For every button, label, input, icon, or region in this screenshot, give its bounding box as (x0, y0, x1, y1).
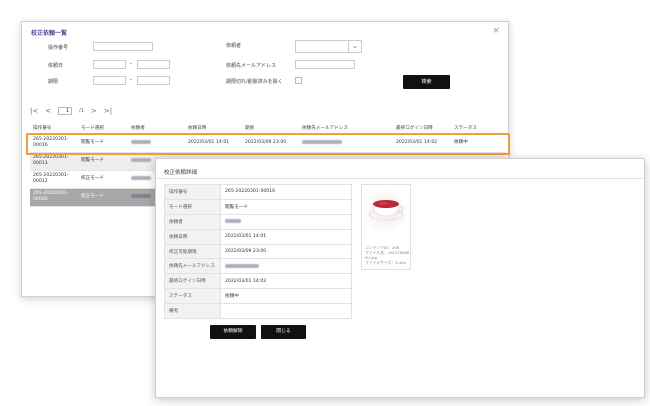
content-thumbnail-image (364, 187, 408, 231)
detail-label: 依頼日時 (164, 228, 221, 245)
column-header[interactable]: 最終ログイン日時 (393, 123, 451, 135)
column-header[interactable]: 依頼先メールアドレス (299, 123, 393, 135)
cell-op-no: 265-20220301-00016 (30, 134, 78, 153)
pager: |< < 1 /1 > >| (30, 106, 112, 115)
cancel-request-button[interactable]: 依頼解除 (210, 325, 256, 339)
operation-no-input[interactable] (93, 42, 153, 51)
deadline-from-input[interactable] (93, 76, 126, 85)
cell-mode: 閲覧モード (78, 134, 128, 153)
range-dash: - (130, 60, 133, 67)
detail-label: 校正可能期限 (164, 243, 221, 260)
exclude-expired-checkbox[interactable] (295, 77, 302, 84)
operation-no-label: 操作番号 (48, 45, 69, 51)
detail-row: 依頼日時 2022/03/01 14:01 (164, 228, 352, 245)
detail-row: 備考 (164, 303, 352, 320)
cell-status: 依頼中 (451, 134, 506, 153)
close-button[interactable]: 閉じる (261, 325, 306, 339)
list-window-title: 校正依頼一覧 (31, 30, 68, 37)
cell-op-no: 265-20220301-00013 (30, 152, 78, 171)
detail-value: 265-20220301-00016 (220, 184, 352, 200)
detail-row: 校正可能期限 2022/03/09 23:00 (164, 243, 352, 260)
requester-select[interactable]: ⌄ (295, 40, 362, 53)
deadline-to-input[interactable] (137, 76, 170, 85)
detail-row: 依頼者 (164, 213, 352, 230)
next-page-icon[interactable]: > (91, 107, 97, 115)
cell-requested-at: 2022/03/01 14:01 (185, 134, 242, 153)
last-page-icon[interactable]: >| (104, 107, 112, 115)
page-total: /1 (79, 107, 84, 114)
detail-label: 依頼者 (164, 213, 221, 230)
range-dash: - (130, 76, 133, 83)
detail-value (220, 213, 352, 230)
caption-file-size: ファイルサイズ：5.4kb (365, 260, 406, 265)
detail-row: 依頼先メールアドレス (164, 258, 352, 275)
detail-window-title: 校正依頼詳細 (164, 170, 198, 176)
table-row[interactable]: 265-20220301-00016 閲覧モード 2022/03/01 14:0… (30, 134, 506, 153)
detail-row: モード選択 閲覧モード (164, 198, 352, 215)
request-date-to-input[interactable] (137, 60, 170, 69)
page-number-input[interactable]: 1 (58, 106, 73, 115)
cell-email (299, 134, 393, 153)
cell-op-no: 265-20220301-00012 (30, 170, 78, 189)
first-page-icon[interactable]: |< (30, 107, 38, 115)
detail-label: 操作番号 (164, 184, 221, 200)
divider (156, 178, 646, 179)
column-header[interactable]: ステータス (451, 123, 506, 135)
request-date-from-input[interactable] (93, 60, 126, 69)
detail-table: 操作番号 265-20220301-00016 モード選択 閲覧モード 依頼者 依頼… (164, 184, 352, 320)
content-thumbnail-card[interactable]: コンテンツID：206 ファイル名：1613766886 00.jpg ファイル… (361, 184, 411, 270)
detail-label: モード選択 (164, 198, 221, 215)
detail-value: 依頼中 (220, 288, 352, 305)
teacup-image (368, 200, 404, 221)
detail-label: ステータス (164, 288, 221, 305)
cell-mode: 閲覧モード (78, 152, 128, 171)
requester-email-input[interactable] (295, 60, 355, 69)
column-header[interactable]: 期限 (242, 123, 299, 135)
column-header[interactable]: モード選択 (78, 123, 128, 135)
requester-label: 依頼者 (226, 43, 242, 49)
requester-email-label: 依頼先メールアドレス (226, 63, 277, 69)
detail-row: 操作番号 265-20220301-00016 (164, 184, 352, 200)
detail-value: 2022/03/01 14:02 (220, 273, 352, 290)
detail-value (220, 303, 352, 320)
detail-value: 閲覧モード (220, 198, 352, 215)
chevron-down-icon: ⌄ (348, 41, 361, 52)
detail-value (220, 258, 352, 275)
prev-page-icon[interactable]: < (45, 107, 51, 115)
column-header[interactable]: 依頼者 (128, 123, 185, 135)
thumbnail-caption: コンテンツID：206 ファイル名：1613766886 00.jpg ファイル… (365, 245, 409, 265)
detail-value: 2022/03/01 14:01 (220, 228, 352, 245)
exclude-expired-label: 期限切れ/削除済みを除く (226, 79, 283, 85)
detail-label: 最終ログイン日時 (164, 273, 221, 290)
cell-requester (128, 134, 185, 153)
cell-mode: 校正モード (78, 170, 128, 189)
detail-row: 最終ログイン日時 2022/03/01 14:02 (164, 273, 352, 290)
detail-label: 備考 (164, 303, 221, 320)
request-date-label: 依頼日 (48, 63, 64, 69)
detail-label: 依頼先メールアドレス (164, 258, 221, 275)
cell-op-no: 265-20220301-00000 (30, 188, 78, 207)
detail-value: 2022/03/09 23:00 (220, 243, 352, 260)
cell-last-login: 2022/03/01 14:02 (393, 134, 451, 153)
column-header[interactable]: 依頼日時 (185, 123, 242, 135)
cell-mode: 校正モード (78, 188, 128, 207)
cell-deadline: 2022/03/09 23:00 (242, 134, 299, 153)
close-icon[interactable]: × (492, 26, 500, 36)
column-header[interactable]: 操作番号 (30, 123, 78, 135)
search-button[interactable]: 検索 (403, 75, 450, 89)
deadline-label: 期限 (48, 79, 59, 85)
table-header-row: 操作番号 モード選択 依頼者 依頼日時 期限 依頼先メールアドレス 最終ログイン… (30, 123, 506, 135)
request-detail-window: 校正依頼詳細 操作番号 265-20220301-00016 モード選択 閲覧モード… (155, 158, 646, 398)
detail-row: ステータス 依頼中 (164, 288, 352, 305)
